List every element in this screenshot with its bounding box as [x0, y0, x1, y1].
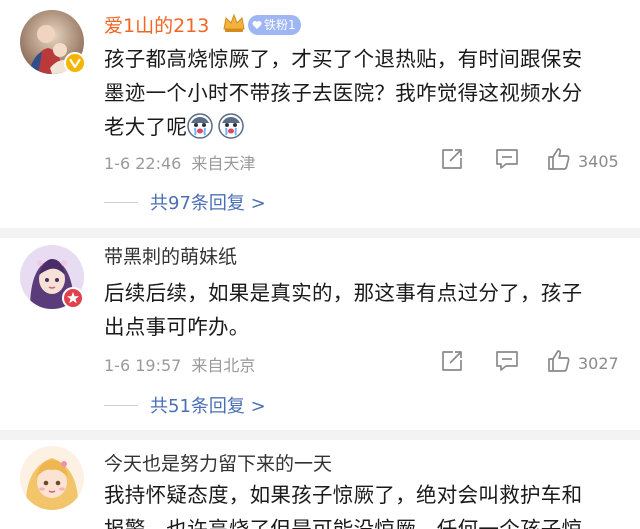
share-icon[interactable]	[440, 349, 464, 377]
like-icon[interactable]	[546, 146, 572, 176]
verified-badge-icon	[64, 52, 86, 74]
comment-icon[interactable]	[494, 147, 520, 175]
comment-line: 墨迹一个小时不带孩子去医院？我咋觉得这视频水分	[104, 81, 583, 105]
fan-badge: 铁粉1	[248, 15, 301, 35]
crying-face-icon	[218, 113, 244, 139]
comment-line: 出点事可咋办。	[104, 315, 250, 339]
comment-text: 孩子都高烧惊厥了，才买了个退热贴，有时间跟保安 墨迹一个小时不带孩子去医院？我咋…	[104, 42, 634, 144]
comment-item: 带黑刺的萌妹纸 后续后续，如果是真实的，那这事有点过分了，孩子 出点事可咋办。 …	[0, 238, 640, 428]
comment-icon[interactable]	[494, 349, 520, 377]
heart-icon	[252, 21, 262, 29]
comment-line: 老大了呢	[104, 115, 188, 139]
divider	[0, 430, 640, 440]
comment-line: 孩子都高烧惊厥了，才买了个退热贴，有时间跟保安	[104, 47, 583, 71]
reply-divider-dash	[104, 404, 138, 406]
username[interactable]: 带黑刺的萌妹纸	[104, 245, 237, 269]
avatar-image	[20, 446, 84, 510]
comment-line: 我持怀疑态度，如果孩子惊厥了，绝对会叫救护车和	[104, 483, 583, 507]
comment-location: 来自天津	[191, 154, 256, 173]
comment-text: 我持怀疑态度，如果孩子惊厥了，绝对会叫救护车和 报警，也许高烧了但是可能没惊厥，…	[104, 478, 634, 529]
username[interactable]: 今天也是努力留下来的一天	[104, 452, 332, 476]
like-count: 3405	[578, 151, 619, 171]
username[interactable]: 爱1山的213	[104, 14, 209, 38]
comment-date: 1-6 19:57	[104, 356, 182, 375]
fan-badge-label: 铁粉1	[264, 18, 296, 32]
view-replies-link[interactable]: 共51条回复 >	[150, 392, 266, 418]
comment-text: 后续后续，如果是真实的，那这事有点过分了，孩子 出点事可咋办。	[104, 276, 634, 344]
comment-item: 今天也是努力留下来的一天 我持怀疑态度，如果孩子惊厥了，绝对会叫救护车和 报警，…	[0, 440, 640, 529]
like-icon[interactable]	[546, 348, 572, 378]
avatar[interactable]	[20, 446, 84, 510]
comment-date: 1-6 22:46	[104, 154, 182, 173]
comment-meta: 1-6 22:46 来自天津	[104, 150, 265, 174]
like-count: 3027	[578, 353, 619, 373]
share-icon[interactable]	[440, 147, 464, 175]
comment-item: 爱1山的213 铁粉1 孩子都高烧惊厥了，才买了个退热贴，有时间跟保安 墨迹一个…	[0, 0, 640, 226]
comment-line: 后续后续，如果是真实的，那这事有点过分了，孩子	[104, 281, 583, 305]
comment-feed: 爱1山的213 铁粉1 孩子都高烧惊厥了，才买了个退热贴，有时间跟保安 墨迹一个…	[0, 0, 640, 529]
view-replies-link[interactable]: 共97条回复 >	[150, 189, 266, 215]
divider	[0, 228, 640, 238]
comment-line: 报警，也许高烧了但是可能没惊厥，任何一个孩子惊	[104, 517, 583, 529]
comment-meta: 1-6 19:57 来自北京	[104, 352, 265, 376]
crying-face-icon	[187, 113, 213, 139]
flower-badge-icon	[62, 287, 84, 309]
comment-location: 来自北京	[191, 356, 256, 375]
reply-divider-dash	[104, 201, 138, 203]
comment-line-with-emoji: 老大了呢	[104, 110, 634, 144]
crown-icon	[222, 12, 246, 38]
